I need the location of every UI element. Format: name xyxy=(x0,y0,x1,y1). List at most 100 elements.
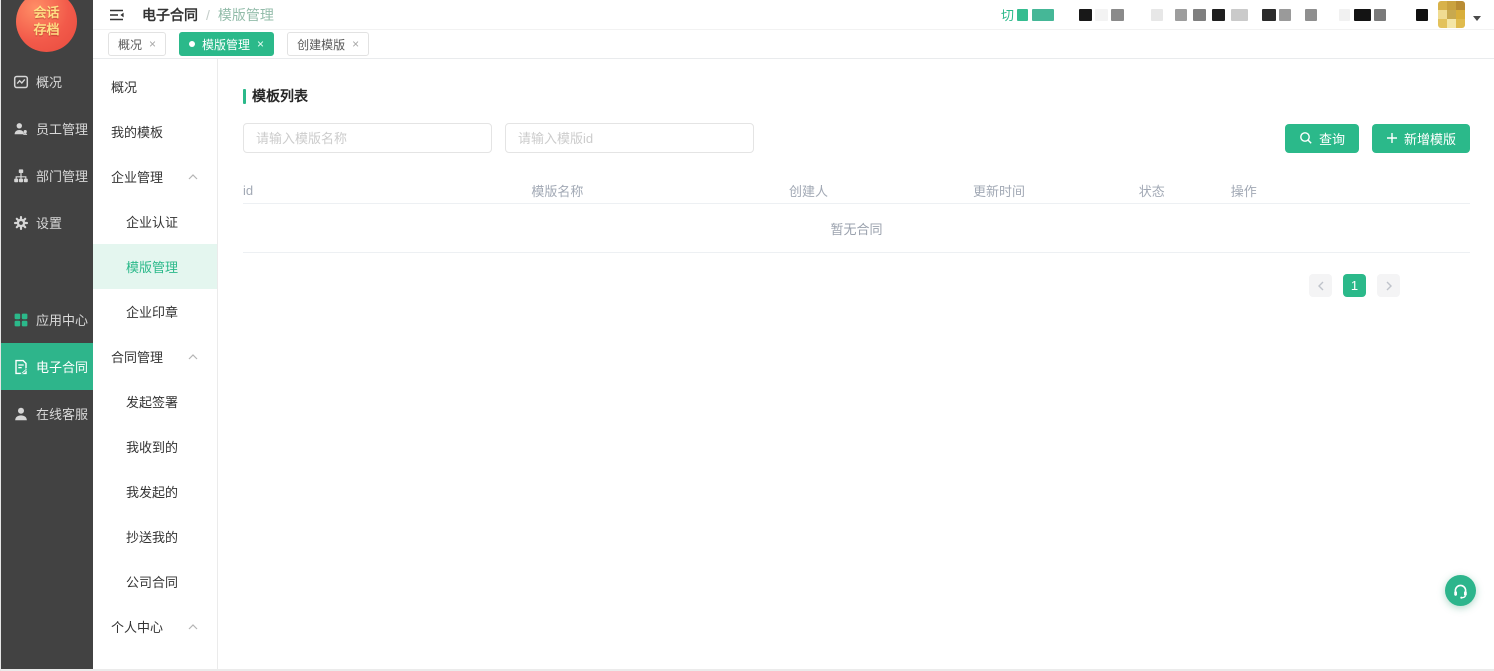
tab-label: 创建模版 xyxy=(297,36,345,53)
subnav-label: 我的模板 xyxy=(111,122,163,141)
redacted-block xyxy=(1193,9,1206,21)
content-column: 电子合同 / 模版管理 切 xyxy=(93,0,1494,671)
add-template-button[interactable]: 新增模版 xyxy=(1372,124,1470,153)
redacted-block xyxy=(1279,9,1291,21)
agent-icon xyxy=(13,406,29,422)
active-dot-icon xyxy=(189,41,195,47)
sidebar-item-employees[interactable]: 员工管理 xyxy=(0,105,93,152)
query-button-label: 查询 xyxy=(1319,129,1345,148)
redacted-block xyxy=(1262,9,1276,21)
users-icon xyxy=(13,121,29,137)
template-id-input[interactable] xyxy=(505,123,754,153)
sidebar-spacer xyxy=(0,246,93,296)
tab-create-template[interactable]: 创建模版 × xyxy=(287,32,369,56)
redacted-block xyxy=(1095,9,1108,21)
contract-icon xyxy=(13,359,29,375)
plus-icon xyxy=(1386,132,1398,144)
subnav-overview[interactable]: 概况 xyxy=(93,64,217,109)
subnav-initiated[interactable]: 我发起的 xyxy=(93,469,217,514)
sidebar-item-app-center[interactable]: 应用中心 xyxy=(0,296,93,343)
sidebar-item-departments[interactable]: 部门管理 xyxy=(0,152,93,199)
chevron-up-icon xyxy=(188,354,198,360)
subnav-group-personal-center[interactable]: 个人中心 xyxy=(93,604,217,649)
section-title: 模板列表 xyxy=(243,86,1470,106)
subnav-label: 发起签署 xyxy=(126,392,178,411)
query-button[interactable]: 查询 xyxy=(1285,124,1359,153)
close-icon[interactable]: × xyxy=(257,37,264,51)
avatar-pixel xyxy=(1438,1,1447,10)
tab-overview[interactable]: 概况 × xyxy=(108,32,166,56)
redacted-block xyxy=(1212,9,1225,21)
redacted-block xyxy=(1151,9,1163,21)
primary-sidebar: 会话 存档 概况 员工管理 部门管理 设置 xyxy=(0,0,93,671)
subnav-label: 企业管理 xyxy=(111,167,163,186)
subnav-initiate-sign[interactable]: 发起签署 xyxy=(93,379,217,424)
breadcrumb-separator: / xyxy=(206,7,210,23)
sidebar-item-overview[interactable]: 概况 xyxy=(0,58,93,105)
add-button-label: 新增模版 xyxy=(1404,129,1456,148)
sidebar-item-label: 部门管理 xyxy=(36,166,88,185)
column-header-id: id xyxy=(243,183,531,198)
table-empty-state: 暂无合同 xyxy=(243,204,1470,253)
sidebar-item-label: 电子合同 xyxy=(36,357,88,376)
pagination-prev-button[interactable] xyxy=(1309,274,1332,297)
sidebar-item-e-contract[interactable]: 电子合同 xyxy=(0,343,93,390)
subnav-enterprise-auth[interactable]: 企业认证 xyxy=(93,199,217,244)
subnav-label: 我收到的 xyxy=(126,437,178,456)
template-name-input[interactable] xyxy=(243,123,492,153)
tab-template-mgmt[interactable]: 模版管理 × xyxy=(179,32,274,56)
top-header: 电子合同 / 模版管理 切 xyxy=(93,0,1494,30)
avatar-pixel xyxy=(1447,19,1456,28)
subnav-received[interactable]: 我收到的 xyxy=(93,424,217,469)
pagination-next-button[interactable] xyxy=(1377,274,1400,297)
sidebar-item-label: 应用中心 xyxy=(36,310,88,329)
redacted-block xyxy=(1354,9,1371,21)
subnav-company-contracts[interactable]: 公司合同 xyxy=(93,559,217,604)
subnav-label: 企业认证 xyxy=(126,212,178,231)
column-header-actions: 操作 xyxy=(1231,181,1470,200)
subnav-label: 抄送我的 xyxy=(126,527,178,546)
chevron-left-icon xyxy=(1317,281,1325,291)
subnav-group-contract-mgmt[interactable]: 合同管理 xyxy=(93,334,217,379)
breadcrumb-e-contract[interactable]: 电子合同 xyxy=(142,5,198,25)
avatar-pixel xyxy=(1456,1,1465,10)
subnav-group-enterprise-mgmt[interactable]: 企业管理 xyxy=(93,154,217,199)
column-header-update-time: 更新时间 xyxy=(973,181,1139,200)
chevron-down-icon[interactable] xyxy=(1473,16,1481,21)
subnav-cc-me[interactable]: 抄送我的 xyxy=(93,514,217,559)
subnav-label: 模版管理 xyxy=(126,257,178,276)
subnav-template-mgmt[interactable]: 模版管理 xyxy=(93,244,217,289)
app-logo[interactable]: 会话 存档 xyxy=(16,0,77,52)
customer-service-button[interactable] xyxy=(1445,575,1476,606)
headset-icon xyxy=(1452,582,1469,599)
sidebar-collapse-icon[interactable] xyxy=(108,7,125,23)
page-body: 概况 我的模板 企业管理 企业认证 模版管理 企业印章 合同管理 发起签署 我收… xyxy=(93,59,1494,671)
avatar[interactable] xyxy=(1438,1,1465,28)
redacted-block xyxy=(1339,9,1350,21)
avatar-pixel xyxy=(1438,19,1447,28)
secondary-sidebar: 概况 我的模板 企业管理 企业认证 模版管理 企业印章 合同管理 发起签署 我收… xyxy=(93,59,218,671)
switch-company-link[interactable]: 切 xyxy=(1001,5,1014,24)
redacted-block xyxy=(1032,9,1054,21)
logo-text-line1: 会话 xyxy=(33,5,59,21)
tab-bar: 概况 × 模版管理 × 创建模版 × xyxy=(93,30,1494,59)
subnav-label: 公司合同 xyxy=(126,572,178,591)
sidebar-item-online-support[interactable]: 在线客服 xyxy=(0,390,93,437)
redacted-block xyxy=(1305,9,1317,21)
subnav-label: 概况 xyxy=(111,77,137,96)
close-icon[interactable]: × xyxy=(149,37,156,51)
subnav-label: 企业印章 xyxy=(126,302,178,321)
table-header-row: id 模版名称 创建人 更新时间 状态 操作 xyxy=(243,178,1470,204)
action-buttons: 查询 新增模版 xyxy=(1285,124,1470,153)
subnav-my-templates[interactable]: 我的模板 xyxy=(93,109,217,154)
empty-text: 暂无合同 xyxy=(830,219,882,238)
sidebar-item-settings[interactable]: 设置 xyxy=(0,199,93,246)
chart-icon xyxy=(13,74,29,90)
pagination-page-1[interactable]: 1 xyxy=(1343,274,1366,297)
tab-label: 模版管理 xyxy=(202,36,250,53)
sidebar-item-label: 员工管理 xyxy=(36,119,88,138)
subnav-enterprise-seal[interactable]: 企业印章 xyxy=(93,289,217,334)
window-left-edge xyxy=(0,0,1,671)
close-icon[interactable]: × xyxy=(352,37,359,51)
page-title: 模板列表 xyxy=(252,86,308,106)
